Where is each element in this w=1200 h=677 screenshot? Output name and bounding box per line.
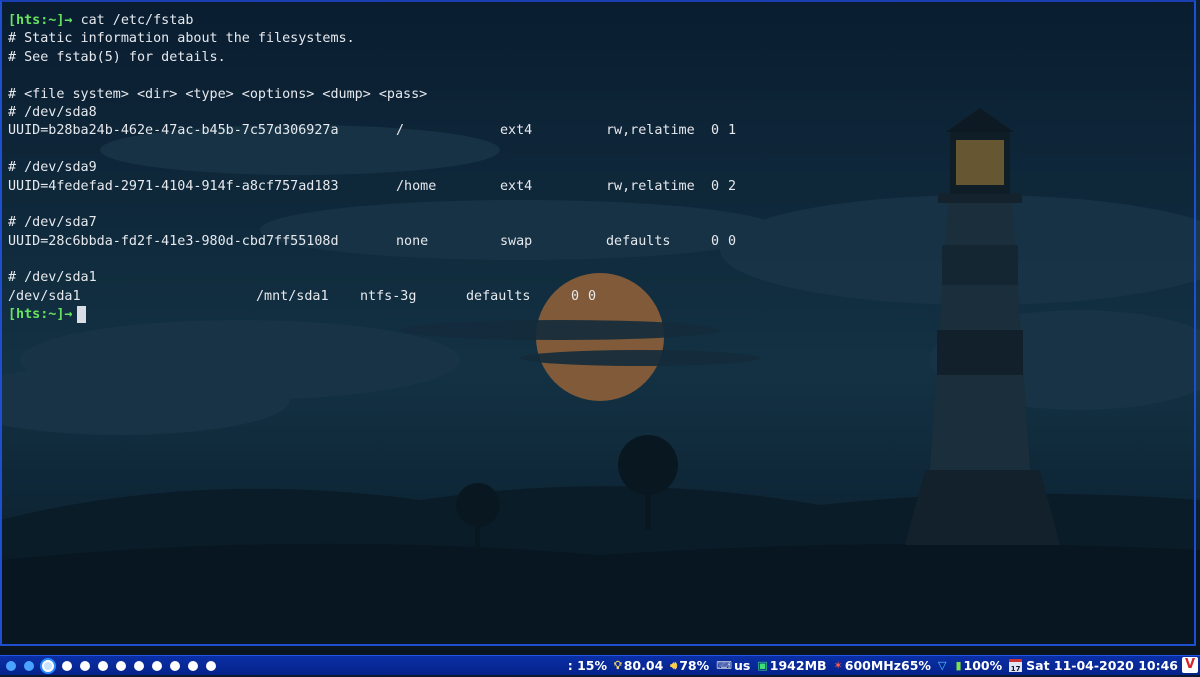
workspace-switcher [6,658,224,674]
shell-prompt: [hts:~]→ [8,13,73,28]
entry-dir: /home [396,178,437,194]
entry-options: rw,relatime [606,178,695,194]
entry-comment: # /dev/sda1 [8,270,97,286]
command-text: cat /etc/fstab [80,13,194,28]
entry-comment: # /dev/sda9 [8,160,97,176]
entry-options: defaults [606,233,671,249]
entry-comment: # /dev/sda7 [8,215,97,231]
workspace-1[interactable] [6,661,16,671]
workspace-7[interactable] [116,661,126,671]
status-bar: : 15% 💡︎ 80.04 🔊︎ 78% ⌨ us ▣ 1942MB ✶ 600MHz6… [561,657,1178,674]
entry-fs: UUID=28c6bbda-fd2f-41e3-980d-cbd7ff55108… [8,233,339,249]
disk-status[interactable]: : 15% [568,658,607,673]
entry-dump: 0 [571,288,580,304]
entry-fs: UUID=4fedefad-2971-4104-914f-a8cf757ad18… [8,178,339,194]
cpu-value: 600MHz65% [844,658,931,673]
entry-fs: /dev/sda1 [8,288,81,304]
fstab-entry: /dev/sda1 /mnt/sda1 ntfs-3g defaults 0 0 [8,288,596,306]
entry-dump: 0 [711,233,720,249]
taskbar: : 15% 💡︎ 80.04 🔊︎ 78% ⌨ us ▣ 1942MB ✶ 600MHz6… [0,655,1200,675]
lightbulb-icon: 💡︎ [614,658,622,672]
cpu-status[interactable]: ✶ 600MHz65% [834,658,931,673]
keyboard-icon: ⌨ [716,659,733,672]
battery-icon: ▮ [955,659,962,672]
terminal-line: # See fstab(5) for details. [8,49,226,65]
entry-pass: 2 [728,178,737,194]
entry-dir: none [396,233,429,249]
entry-dump: 0 [711,178,720,194]
workspace-4[interactable] [62,661,72,671]
battery-value: 100% [963,658,1003,673]
fstab-entry: UUID=4fedefad-2971-4104-914f-a8cf757ad18… [8,178,736,196]
entry-pass: 1 [728,123,737,139]
entry-options: rw,relatime [606,123,695,139]
terminal-line: [hts:~]→ cat /etc/fstab [8,12,427,30]
entry-type: ext4 [500,123,533,139]
entry-dir: /mnt/sda1 [256,288,329,304]
entry-fs: UUID=b28ba24b-462e-47ac-b45b-7c57d306927… [8,123,339,139]
clock[interactable]: 17 Sat 11-04-2020 10:46 [1009,658,1178,673]
entry-pass: 0 [588,288,597,304]
disk-usage: : 15% [567,658,608,673]
entry-dump: 0 [711,123,720,139]
battery-status[interactable]: ▮ 100% [955,658,1002,673]
entry-type: ext4 [500,178,533,194]
wifi-icon: ▽ [937,659,947,672]
vivaldi-icon[interactable]: V [1182,657,1198,673]
memory-status[interactable]: ▣ 1942MB [757,658,826,673]
terminal-line[interactable]: [hts:~]→ [8,306,427,324]
shell-prompt: [hts:~]→ [8,307,73,323]
entry-type: ntfs-3g [360,288,417,304]
volume-value: 78% [679,658,710,673]
volume-status[interactable]: 🔊︎ 78% [670,658,709,673]
terminal-window[interactable]: [hts:~]→ cat /etc/fstab # Static informa… [0,0,1196,646]
entry-dir: / [396,123,405,139]
fstab-entry: UUID=b28ba24b-462e-47ac-b45b-7c57d306927… [8,122,736,140]
fstab-entry: UUID=28c6bbda-fd2f-41e3-980d-cbd7ff55108… [8,233,736,251]
cpu-icon: ✶ [833,659,843,672]
workspace-2[interactable] [24,661,34,671]
workspace-8[interactable] [134,661,144,671]
terminal-line: # /dev/sda8 [8,104,97,120]
datetime-value: Sat 11-04-2020 10:46 [1026,658,1178,673]
keyboard-layout: us [734,658,751,673]
workspace-9[interactable] [152,661,162,671]
workspace-5[interactable] [80,661,90,671]
entry-pass: 0 [728,233,737,249]
workspace-11[interactable] [188,661,198,671]
workspace-3[interactable] [42,660,54,672]
terminal-output: [hts:~]→ cat /etc/fstab # Static informa… [8,12,736,325]
entry-type: swap [500,233,533,249]
keyboard-status[interactable]: ⌨ us [716,658,750,673]
terminal-line: # Static information about the filesyste… [8,31,355,47]
load-status[interactable]: 💡︎ 80.04 [614,658,663,673]
workspace-12[interactable] [206,661,216,671]
entry-options: defaults [466,288,531,304]
memory-value: 1942MB [769,658,827,673]
workspace-10[interactable] [170,661,180,671]
workspace-6[interactable] [98,661,108,671]
text-cursor [76,306,86,324]
memory-icon: ▣ [757,659,768,672]
load-value: 80.04 [623,658,664,673]
speaker-icon: 🔊︎ [670,658,678,672]
terminal-line: # <file system> <dir> <type> <options> <… [8,86,428,102]
calendar-icon: 17 [1009,659,1023,673]
wifi-status[interactable]: ▽ [938,659,948,672]
